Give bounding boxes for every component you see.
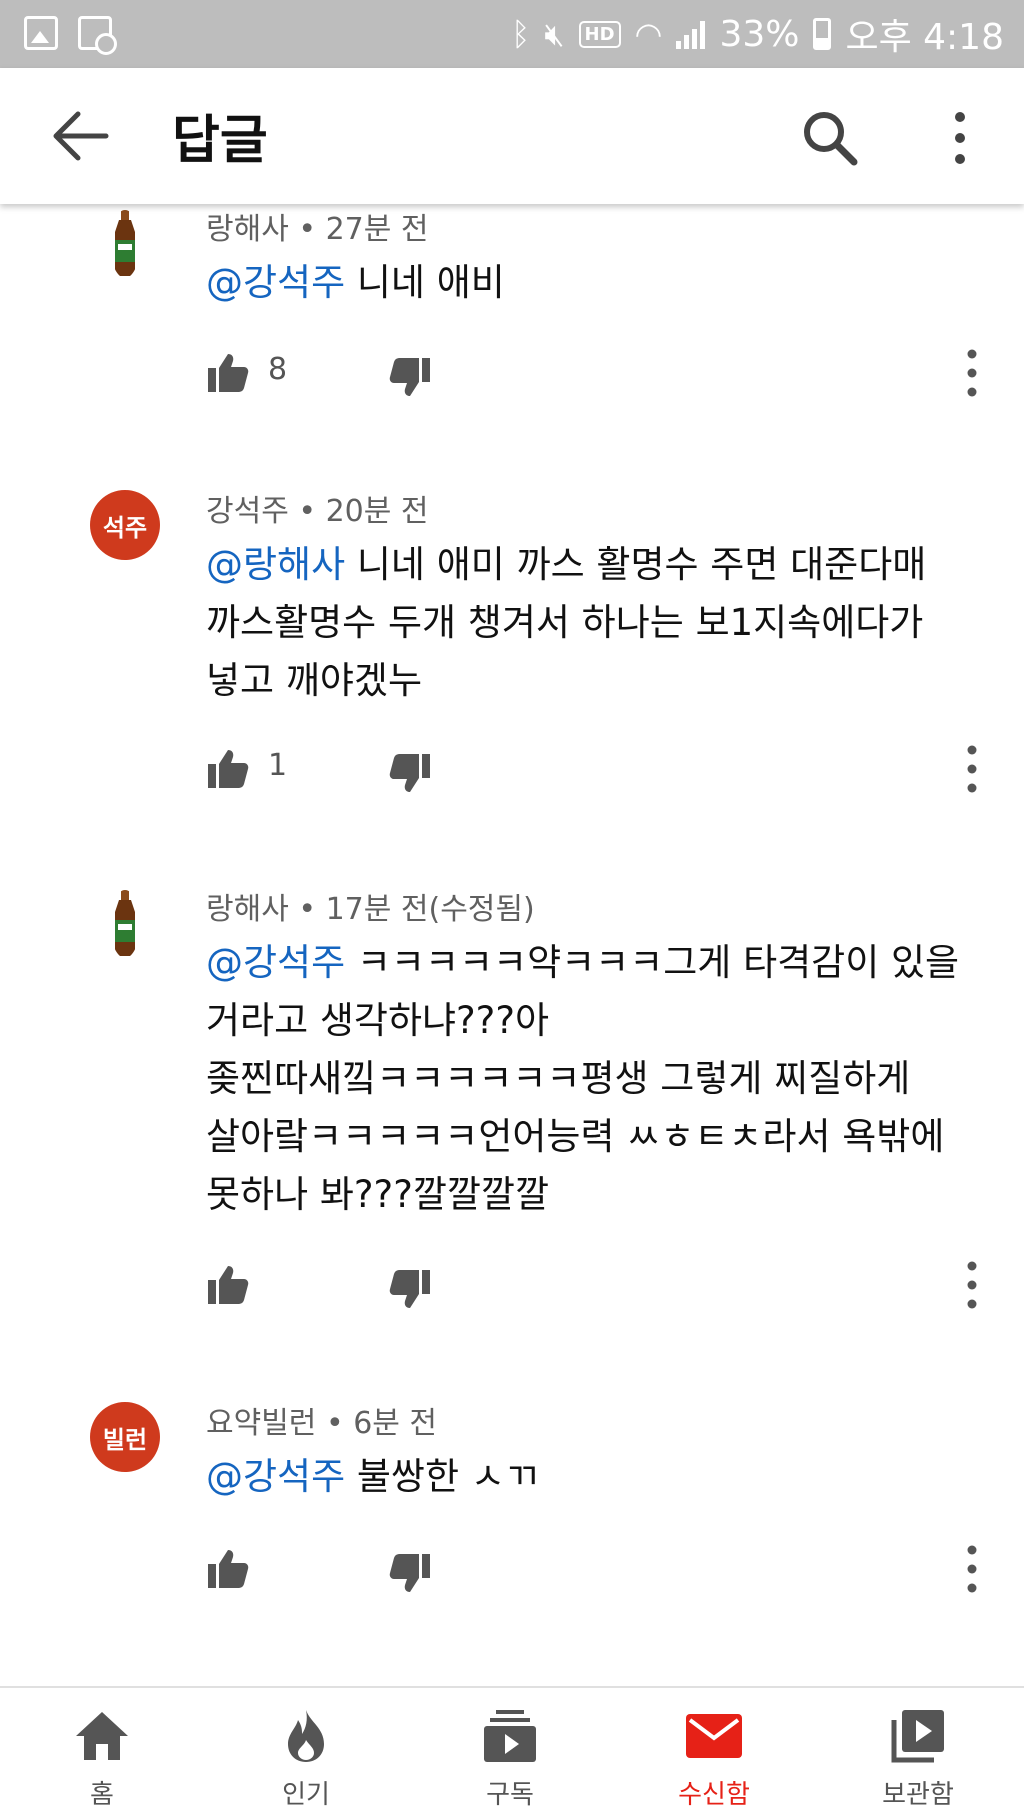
comment-author[interactable]: 요약빌런 — [206, 1406, 316, 1441]
mention-link[interactable]: @랑해사 — [206, 543, 345, 586]
nav-label: 홈 — [90, 1780, 114, 1810]
comment-actions — [0, 1256, 1024, 1316]
thumbs-up-icon[interactable] — [206, 746, 250, 790]
more-options-icon[interactable] — [948, 110, 972, 166]
thumbs-down-icon[interactable] — [388, 1268, 432, 1312]
comment-time: 27분 전 — [325, 212, 429, 247]
library-icon — [891, 1710, 944, 1763]
nav-subscriptions[interactable]: 구독 — [408, 1688, 612, 1820]
comment-author[interactable]: 랑해사 — [206, 212, 289, 247]
comment-body: @강석주 불쌍한 ㅅㄲ — [206, 1448, 996, 1506]
thumbs-up-icon[interactable] — [206, 1262, 250, 1306]
comment-author[interactable]: 랑해사 — [206, 892, 289, 927]
page-title: 답글 — [172, 111, 268, 171]
system-status: ᛒ 🔇︎ HD ◠ 33% 오후 4:18 — [511, 10, 1004, 59]
comment-meta: 요약빌런 • 6분 전 — [206, 1406, 438, 1441]
thumbs-down-icon[interactable] — [388, 356, 432, 400]
comment-time: 20분 전 — [325, 494, 429, 529]
user-avatar[interactable]: 빌런 — [90, 1402, 160, 1472]
app-bar: 답글 — [0, 68, 1024, 204]
nav-label: 구독 — [486, 1780, 534, 1810]
mention-link[interactable]: @강석주 — [206, 1455, 345, 1498]
bottle-avatar[interactable] — [110, 210, 140, 278]
comment-text: 불쌍한 ㅅㄲ — [345, 1455, 539, 1498]
comment-meta: 강석주 • 20분 전 — [206, 494, 429, 529]
back-arrow-icon[interactable] — [50, 110, 110, 162]
bottle-avatar[interactable] — [110, 890, 140, 958]
mute-icon: 🔇︎ — [544, 14, 565, 53]
mention-link[interactable]: @강석주 — [206, 941, 345, 984]
like-count: 1 — [268, 748, 288, 783]
comment-more-icon[interactable] — [962, 1260, 982, 1310]
comment-more-icon[interactable] — [962, 744, 982, 794]
comment-meta: 랑해사 • 27분 전 — [206, 212, 429, 247]
nav-label: 인기 — [282, 1780, 330, 1810]
comment-text: 니네 애비 — [345, 261, 505, 304]
thumbs-up-icon[interactable] — [206, 350, 250, 394]
mention-link[interactable]: @강석주 — [206, 261, 345, 304]
comment-more-icon[interactable] — [962, 348, 982, 398]
comment-author[interactable]: 강석주 — [206, 494, 289, 529]
clock: 오후 4:18 — [845, 17, 1004, 58]
comment-body: @랑해사 니네 애미 까스 활명수 주면 대준다매 까스활명수 두개 챙겨서 하… — [206, 536, 996, 710]
battery-icon — [813, 18, 832, 50]
comment-actions — [0, 1540, 1024, 1600]
gallery-notification-icon — [24, 16, 58, 50]
like-count: 8 — [268, 352, 288, 387]
subscriptions-icon — [484, 1710, 536, 1762]
nav-library[interactable]: 보관함 — [816, 1688, 1020, 1820]
search-icon[interactable] — [800, 108, 860, 168]
hd-voice-icon: HD — [578, 20, 621, 48]
comment-time: 6분 전 — [353, 1406, 438, 1441]
nav-inbox[interactable]: 수신함 — [612, 1688, 816, 1820]
nav-label: 수신함 — [678, 1780, 750, 1810]
comment-more-icon[interactable] — [962, 1544, 982, 1594]
comment-time: 17분 전(수정됨) — [325, 892, 535, 927]
bottom-navigation: 홈 인기 구독 수신함 보관함 — [0, 1686, 1024, 1820]
thumbs-down-icon[interactable] — [388, 1552, 432, 1596]
status-bar: ᛒ 🔇︎ HD ◠ 33% 오후 4:18 — [0, 0, 1024, 68]
comment-body: @강석주 니네 애비 — [206, 254, 996, 312]
comment-actions: 8 — [0, 344, 1024, 404]
notification-icons — [24, 16, 117, 55]
comment-body: @강석주 ㅋㅋㅋㅋㅋ약ㅋㅋㅋ그게 타격감이 있을 거라고 생각하냐???아 좆찐… — [206, 934, 996, 1224]
screen-recorder-notification-icon — [78, 16, 117, 55]
trending-flame-icon — [288, 1710, 324, 1762]
comment-meta: 랑해사 • 17분 전(수정됨) — [206, 892, 535, 927]
bluetooth-icon: ᛒ — [511, 15, 531, 53]
wifi-icon: ◠ — [634, 15, 663, 53]
signal-icon — [676, 19, 706, 49]
home-icon — [76, 1712, 128, 1760]
nav-home[interactable]: 홈 — [0, 1688, 204, 1820]
nav-label: 보관함 — [882, 1780, 954, 1810]
thumbs-up-icon[interactable] — [206, 1546, 250, 1590]
comment-actions: 1 — [0, 740, 1024, 800]
nav-trending[interactable]: 인기 — [204, 1688, 408, 1820]
battery-percent: 33% — [719, 13, 800, 55]
thumbs-down-icon[interactable] — [388, 752, 432, 796]
user-avatar[interactable]: 석주 — [90, 490, 160, 560]
inbox-mail-icon — [686, 1714, 742, 1758]
